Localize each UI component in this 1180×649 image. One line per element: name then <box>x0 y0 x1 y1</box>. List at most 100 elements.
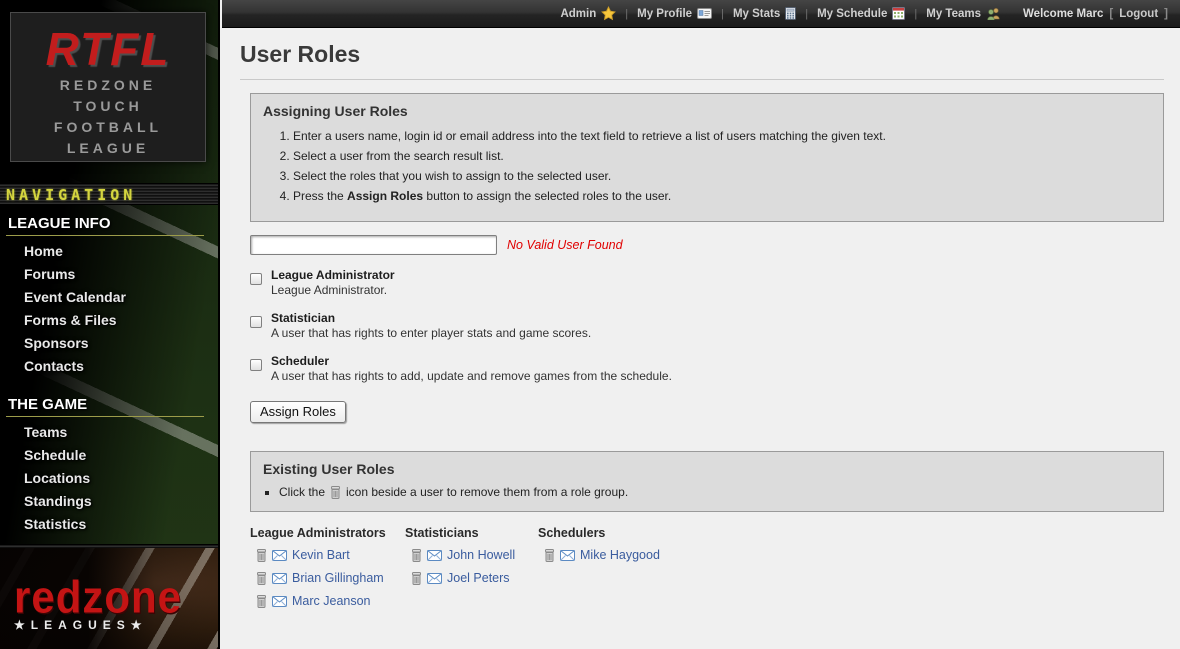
group-schedulers: Schedulers Mike Haygood <box>538 526 660 617</box>
instruction-text: Press the <box>293 189 347 203</box>
role-name: League Administrator <box>271 268 395 283</box>
sidebar-item-teams[interactable]: Teams <box>0 421 218 444</box>
navigation-band: NAVIGATION <box>0 183 218 205</box>
role-name: Scheduler <box>271 354 672 369</box>
the-game-section: THE GAME Teams Schedule Locations Standi… <box>0 396 218 536</box>
sidebar-item-event-calendar[interactable]: Event Calendar <box>0 286 218 309</box>
league-info-section: LEAGUE INFO Home Forums Event Calendar F… <box>0 215 218 378</box>
role-description: League Administrator. <box>271 283 395 298</box>
user-link[interactable]: John Howell <box>447 548 515 562</box>
menu-separator: | <box>721 8 724 20</box>
role-row-statistician: Statistician A user that has rights to e… <box>250 311 1164 341</box>
sidebar-item-forms-files[interactable]: Forms & Files <box>0 309 218 332</box>
the-game-items: Teams Schedule Locations Standings Stati… <box>0 421 218 536</box>
remove-user-bin-icon[interactable] <box>411 549 422 562</box>
menu-item-my-schedule[interactable]: My Schedule <box>817 7 905 20</box>
search-status-message: No Valid User Found <box>507 238 623 252</box>
email-icon[interactable] <box>272 550 287 561</box>
remove-user-bin-icon[interactable] <box>256 549 267 562</box>
group-statisticians: Statisticians John Howell Joel Peters <box>405 526 538 617</box>
app-window: RTFL REDZONE TOUCH FOOTBALL LEAGUE NAVIG… <box>0 0 1180 649</box>
role-name: Statistician <box>271 311 591 326</box>
existing-panel-notes: Click the icon beside a user to remove t… <box>279 484 1151 500</box>
sidebar-item-contacts[interactable]: Contacts <box>0 355 218 378</box>
league-info-header: LEAGUE INFO <box>6 215 204 236</box>
calendar-icon <box>892 7 905 20</box>
star-icon <box>601 6 616 21</box>
group-header: Statisticians <box>405 526 538 540</box>
page-title: User Roles <box>240 41 1164 80</box>
menu-separator: | <box>914 8 917 20</box>
user-row: John Howell <box>411 548 538 562</box>
bin-icon <box>330 486 341 499</box>
redzone-logo-name: redzone <box>14 576 218 619</box>
sidebar-item-standings[interactable]: Standings <box>0 490 218 513</box>
role-row-league-administrator: League Administrator League Administrato… <box>250 268 1164 298</box>
email-icon[interactable] <box>427 573 442 584</box>
league-info-items: Home Forums Event Calendar Forms & Files… <box>0 240 218 378</box>
assign-roles-form: No Valid User Found League Administrator… <box>250 235 1164 423</box>
sidebar-item-statistics[interactable]: Statistics <box>0 513 218 536</box>
menu-item-my-stats[interactable]: My Stats <box>733 7 796 20</box>
statistician-checkbox[interactable] <box>250 316 262 328</box>
existing-panel-title: Existing User Roles <box>263 461 1151 477</box>
rtfl-logo-line: TOUCH <box>11 96 205 117</box>
user-row: Marc Jeanson <box>256 594 405 608</box>
user-search-input[interactable] <box>250 235 497 255</box>
user-link[interactable]: Marc Jeanson <box>292 594 371 608</box>
remove-user-bin-icon[interactable] <box>256 572 267 585</box>
assigning-instructions: Enter a users name, login id or email ad… <box>293 128 1151 204</box>
sidebar-item-forums[interactable]: Forums <box>0 263 218 286</box>
rtfl-logo[interactable]: RTFL REDZONE TOUCH FOOTBALL LEAGUE <box>10 12 206 162</box>
user-link[interactable]: Kevin Bart <box>292 548 350 562</box>
group-header: League Administrators <box>250 526 405 540</box>
role-row-scheduler: Scheduler A user that has rights to add,… <box>250 354 1164 384</box>
sidebar-item-sponsors[interactable]: Sponsors <box>0 332 218 355</box>
menu-separator: | <box>625 8 628 20</box>
redzone-leagues-logo[interactable]: redzone ★LEAGUES★ <box>0 566 218 632</box>
menu-item-my-profile[interactable]: My Profile <box>637 8 712 20</box>
user-row: Kevin Bart <box>256 548 405 562</box>
group-league-administrators: League Administrators Kevin Bart Brian G… <box>250 526 405 617</box>
role-text: Statistician A user that has rights to e… <box>271 311 591 341</box>
remove-user-bin-icon[interactable] <box>411 572 422 585</box>
user-row: Joel Peters <box>411 571 538 585</box>
menu-item-my-profile-label: My Profile <box>637 8 692 20</box>
user-row: Brian Gillingham <box>256 571 405 585</box>
sidebar-item-schedule[interactable]: Schedule <box>0 444 218 467</box>
topbar: Admin | My Profile | My Stats | My Sched… <box>222 0 1180 28</box>
rtfl-logo-line: FOOTBALL <box>11 117 205 138</box>
sidebar-item-locations[interactable]: Locations <box>0 467 218 490</box>
role-text: Scheduler A user that has rights to add,… <box>271 354 672 384</box>
sidebar-item-home[interactable]: Home <box>0 240 218 263</box>
user-link[interactable]: Brian Gillingham <box>292 571 384 585</box>
role-description: A user that has rights to enter player s… <box>271 326 591 341</box>
user-link[interactable]: Joel Peters <box>447 571 510 585</box>
note-item: Click the icon beside a user to remove t… <box>279 484 1151 500</box>
email-icon[interactable] <box>427 550 442 561</box>
menu-item-admin[interactable]: Admin <box>560 6 616 21</box>
role-text: League Administrator League Administrato… <box>271 268 395 298</box>
group-header: Schedulers <box>538 526 660 540</box>
assigning-panel-title: Assigning User Roles <box>263 103 1151 119</box>
remove-user-bin-icon[interactable] <box>544 549 555 562</box>
email-icon[interactable] <box>272 596 287 607</box>
instruction-bold-text: Assign Roles <box>347 189 423 203</box>
assign-roles-button[interactable]: Assign Roles <box>250 401 346 423</box>
email-icon[interactable] <box>272 573 287 584</box>
note-line: Click the icon beside a user to remove t… <box>279 484 628 500</box>
main-content: User Roles Assigning User Roles Enter a … <box>222 29 1180 649</box>
scheduler-checkbox[interactable] <box>250 359 262 371</box>
welcome-text: Welcome Marc <box>1023 8 1103 20</box>
instruction-text: button to assign the selected roles to t… <box>423 189 671 203</box>
rtfl-logo-line: LEAGUE <box>11 138 205 159</box>
user-link[interactable]: Mike Haygood <box>580 548 660 562</box>
email-icon[interactable] <box>560 550 575 561</box>
menu-item-my-teams[interactable]: My Teams <box>926 7 1001 20</box>
vcard-icon <box>697 8 712 19</box>
league-administrator-checkbox[interactable] <box>250 273 262 285</box>
existing-user-roles-panel: Existing User Roles Click the icon besid… <box>250 451 1164 512</box>
logout-button[interactable]: Logout <box>1119 8 1158 20</box>
remove-user-bin-icon[interactable] <box>256 595 267 608</box>
menu-item-my-teams-label: My Teams <box>926 8 981 20</box>
